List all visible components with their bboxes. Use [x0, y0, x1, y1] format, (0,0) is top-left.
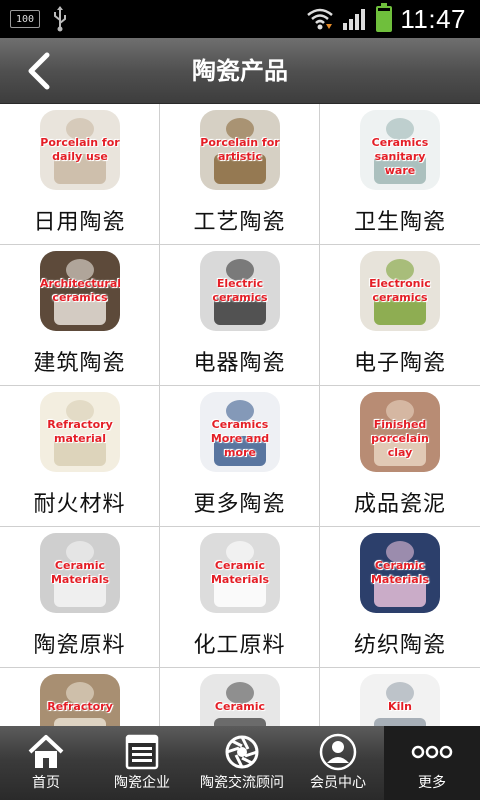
- aperture-icon: [221, 732, 263, 772]
- nav-member-label: 会员中心: [310, 775, 366, 791]
- nav-companies[interactable]: 陶瓷企业: [92, 726, 192, 800]
- battery-small-icon: 100: [10, 10, 40, 28]
- nav-home[interactable]: 首页: [0, 726, 92, 800]
- product-thumbnail: Ceramics sanitary ware: [360, 110, 440, 190]
- product-image-caption: Ceramic Materials: [50, 559, 110, 586]
- product-label: 成品瓷泥: [353, 492, 446, 517]
- title-bar: 陶瓷产品: [0, 38, 480, 104]
- product-thumbnail: Refractory: [40, 674, 120, 726]
- product-thumbnail: Finished porcelain clay: [360, 392, 440, 472]
- product-image-caption: Finished porcelain clay: [371, 418, 429, 459]
- user-icon: [317, 732, 359, 772]
- product-image-shape: [374, 718, 426, 726]
- product-image-caption: Architectural ceramics: [40, 277, 120, 304]
- product-label: 日用陶瓷: [33, 210, 126, 235]
- product-image-shape: [214, 718, 266, 726]
- nav-home-label: 首页: [32, 775, 60, 791]
- battery-icon: [376, 3, 393, 32]
- product-grid: Porcelain for daily use 日用陶瓷 Porcelain for…: [0, 104, 480, 726]
- product-image-caption: Electric ceramics: [212, 277, 268, 304]
- product-item[interactable]: Ceramic Materials 纺织陶瓷: [320, 527, 480, 668]
- product-item[interactable]: Ceramic Materials 化工原料: [160, 527, 320, 668]
- product-item[interactable]: Ceramic: [160, 668, 320, 726]
- product-item[interactable]: Electronic ceramics 电子陶瓷: [320, 245, 480, 386]
- product-label: 陶瓷原料: [33, 633, 126, 658]
- product-label: 耐火材料: [33, 492, 126, 517]
- product-thumbnail: Ceramic: [200, 674, 280, 726]
- nav-advisor-label: 陶瓷交流顾问: [200, 775, 284, 791]
- product-item[interactable]: Finished porcelain clay 成品瓷泥: [320, 386, 480, 527]
- product-label: 化工原料: [193, 633, 286, 658]
- usb-icon: [54, 6, 66, 32]
- product-image-caption: Porcelain for artistic: [200, 136, 280, 163]
- product-image-shape: [54, 718, 106, 726]
- product-image-caption: Ceramics sanitary ware: [371, 136, 429, 177]
- product-item[interactable]: Refractory: [0, 668, 160, 726]
- product-item[interactable]: Architectural ceramics 建筑陶瓷: [0, 245, 160, 386]
- nav-companies-label: 陶瓷企业: [114, 775, 170, 791]
- product-image-caption: Porcelain for daily use: [40, 136, 120, 163]
- product-label: 卫生陶瓷: [353, 210, 446, 235]
- product-image-caption: Refractory: [47, 700, 113, 713]
- bottom-nav: 首页 陶瓷企业 陶瓷交流顾问 会员中心 更多: [0, 726, 480, 800]
- product-thumbnail: Ceramic Materials: [360, 533, 440, 613]
- product-label: 电器陶瓷: [193, 351, 286, 376]
- product-label: 纺织陶瓷: [353, 633, 446, 658]
- product-thumbnail: Refractory material: [40, 392, 120, 472]
- product-label: 更多陶瓷: [193, 492, 286, 517]
- nav-member[interactable]: 会员中心: [292, 726, 384, 800]
- product-image-caption: Kiln: [388, 700, 412, 713]
- list-icon: [121, 732, 163, 772]
- nav-advisor[interactable]: 陶瓷交流顾问: [192, 726, 292, 800]
- product-item[interactable]: Ceramic Materials 陶瓷原料: [0, 527, 160, 668]
- product-thumbnail: Porcelain for daily use: [40, 110, 120, 190]
- product-item[interactable]: Electric ceramics 电器陶瓷: [160, 245, 320, 386]
- product-item[interactable]: Porcelain for artistic 工艺陶瓷: [160, 104, 320, 245]
- product-label: 电子陶瓷: [353, 351, 446, 376]
- product-thumbnail: Ceramic Materials: [40, 533, 120, 613]
- product-image-caption: Ceramic Materials: [210, 559, 270, 586]
- home-icon: [25, 732, 67, 772]
- product-thumbnail: Electric ceramics: [200, 251, 280, 331]
- signal-icon: [343, 9, 366, 30]
- chevron-left-icon: [28, 52, 50, 90]
- product-item[interactable]: Porcelain for daily use 日用陶瓷: [0, 104, 160, 245]
- product-image-caption: Refractory material: [47, 418, 113, 445]
- product-label: 工艺陶瓷: [193, 210, 286, 235]
- clock: 11:47: [400, 3, 466, 34]
- more-icon: [411, 732, 453, 772]
- product-thumbnail: Ceramic Materials: [200, 533, 280, 613]
- nav-more[interactable]: 更多: [384, 726, 480, 800]
- product-thumbnail: Kiln: [360, 674, 440, 726]
- product-thumbnail: Electronic ceramics: [360, 251, 440, 331]
- product-image-caption: Electronic ceramics: [369, 277, 431, 304]
- product-item[interactable]: Ceramics sanitary ware 卫生陶瓷: [320, 104, 480, 245]
- product-thumbnail: Porcelain for artistic: [200, 110, 280, 190]
- product-image-caption: Ceramic: [214, 700, 266, 713]
- nav-more-label: 更多: [418, 775, 446, 791]
- product-item[interactable]: Kiln: [320, 668, 480, 726]
- status-bar: 100 11:47: [0, 0, 480, 38]
- product-image-caption: Ceramic Materials: [370, 559, 430, 586]
- wifi-icon: [307, 8, 334, 30]
- product-thumbnail: Architectural ceramics: [40, 251, 120, 331]
- product-item[interactable]: Ceramics More and more 更多陶瓷: [160, 386, 320, 527]
- page-title: 陶瓷产品: [192, 57, 288, 85]
- product-label: 建筑陶瓷: [33, 351, 126, 376]
- product-image-caption: Ceramics More and more: [210, 418, 270, 459]
- product-thumbnail: Ceramics More and more: [200, 392, 280, 472]
- back-button[interactable]: [14, 46, 64, 96]
- product-item[interactable]: Refractory material 耐火材料: [0, 386, 160, 527]
